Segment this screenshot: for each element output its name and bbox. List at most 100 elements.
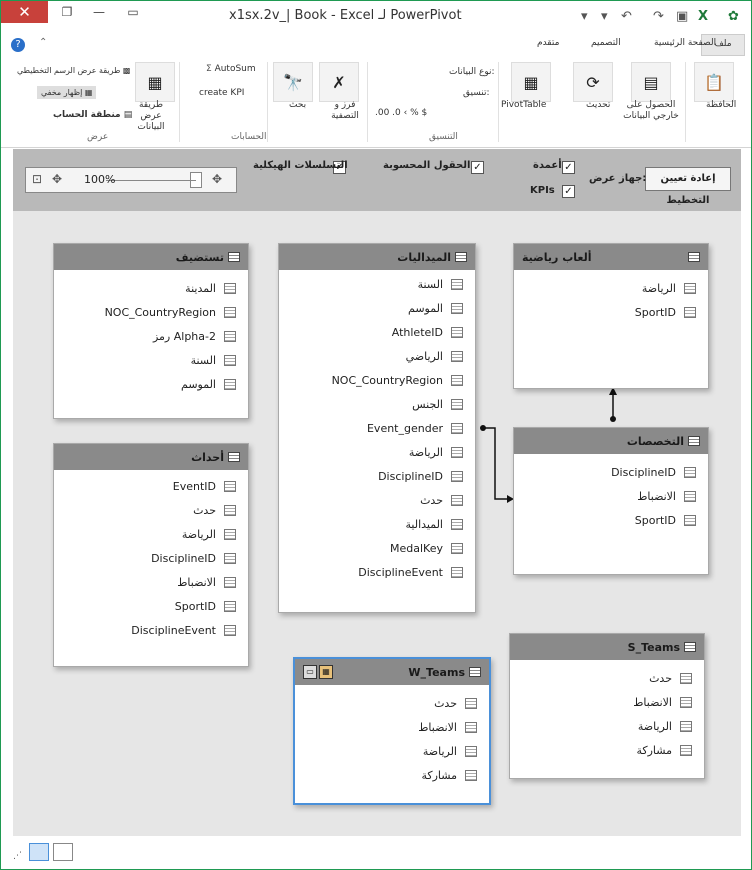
refresh-label[interactable]: تحديث	[586, 100, 610, 110]
redo-icon[interactable]: ↷	[653, 9, 664, 24]
help-icon[interactable]: ?	[11, 38, 25, 52]
clear-filter-icon[interactable]: ✗	[319, 62, 359, 102]
table-field[interactable]: الانضباط	[54, 570, 248, 594]
table-field[interactable]: SportID	[54, 594, 248, 618]
table-field[interactable]: EventID	[54, 474, 248, 498]
number-format-icons[interactable]: .00 .0 ‹ % $	[375, 108, 427, 118]
data-view-label[interactable]: طريقة عرض البيانات	[127, 100, 175, 133]
ribbon-options-icon[interactable]: ▭	[119, 1, 147, 23]
table-field[interactable]: DisciplineEvent	[54, 618, 248, 642]
table-field[interactable]: الانضباط	[514, 484, 708, 508]
table-field[interactable]: السنة	[279, 272, 475, 296]
table-field[interactable]: الانضباط	[295, 715, 489, 739]
table-hosting[interactable]: تستضيف المدينة NOC_CountryRegion رمز Alp…	[53, 243, 249, 419]
table-header[interactable]: ألعاب رياضية	[514, 244, 708, 270]
tab-home[interactable]: الصفحة الرئيسية	[654, 38, 716, 48]
minimize-icon[interactable]: —	[85, 1, 113, 23]
table-field[interactable]: DisciplineID	[514, 460, 708, 484]
kpis-checkbox[interactable]: ✓	[562, 185, 575, 198]
table-field[interactable]: حدث	[54, 498, 248, 522]
restore-icon[interactable]: ❐	[53, 1, 81, 23]
zoom-fit-icon[interactable]: ⊡	[32, 172, 42, 186]
open-table-icon[interactable]: ▦	[319, 665, 333, 679]
data-view-icon[interactable]: ▦	[135, 62, 175, 102]
table-field[interactable]: الرياضة	[510, 714, 704, 738]
pivottable-icon[interactable]: ▦	[511, 62, 551, 102]
fit-to-window-icon[interactable]: ✥	[212, 172, 222, 186]
table-header[interactable]: S_Teams	[510, 634, 704, 660]
table-field[interactable]: DisciplineID	[54, 546, 248, 570]
find-icon[interactable]: 🔭	[273, 62, 313, 102]
table-field[interactable]: الرياضة	[514, 276, 708, 300]
table-field[interactable]: المدينة	[54, 276, 248, 300]
table-field[interactable]: AthleteID	[279, 320, 475, 344]
calculated-fields-checkbox[interactable]: ✓	[471, 161, 484, 174]
table-header[interactable]: التخصصات	[514, 428, 708, 454]
table-header[interactable]: ▭ ▦ W_Teams	[295, 659, 489, 685]
original-size-icon[interactable]: ✥	[52, 172, 62, 186]
table-field[interactable]: الرياضي	[279, 344, 475, 368]
table-field[interactable]: DisciplineID	[279, 464, 475, 488]
collapse-ribbon-icon[interactable]: ⌃	[39, 37, 47, 48]
table-field[interactable]: DisciplineEvent	[279, 560, 475, 584]
calc-area-button[interactable]: منطقة الحساب ▤	[53, 110, 132, 120]
table-field[interactable]: رمز Alpha-2	[54, 324, 248, 348]
table-field[interactable]: مشاركة	[510, 738, 704, 762]
diagram-view-button[interactable]: طريقة عرض الرسم التخطيطي ▩	[17, 66, 131, 75]
zoom-control[interactable]: ✥ 100% ✥ ⊡	[25, 167, 237, 193]
table-field[interactable]: NOC_CountryRegion	[54, 300, 248, 324]
tab-design[interactable]: التصميم	[591, 38, 621, 48]
pivottable-label[interactable]: PivotTable	[501, 100, 546, 110]
maximize-table-icon[interactable]: ▭	[303, 665, 317, 679]
close-icon[interactable]: ✕	[1, 1, 48, 23]
table-header[interactable]: الميداليات	[279, 244, 475, 270]
table-field[interactable]: الجنس	[279, 392, 475, 416]
table-field[interactable]: الموسم	[54, 372, 248, 396]
table-field[interactable]: SportID	[514, 300, 708, 324]
table-field[interactable]: الموسم	[279, 296, 475, 320]
resize-grip-icon[interactable]: ⋰	[13, 851, 22, 861]
refresh-icon[interactable]: ⟳	[573, 62, 613, 102]
dropdown-icon[interactable]: ▾	[601, 9, 608, 24]
zoom-slider-track[interactable]	[106, 180, 196, 181]
sort-filter-label[interactable]: فرز و التصفية	[326, 100, 364, 122]
find-label[interactable]: بحث	[289, 100, 306, 110]
table-field[interactable]: حدث	[295, 691, 489, 715]
reset-layout-button[interactable]: إعادة تعيين التخطيط	[645, 167, 731, 206]
save-icon[interactable]: ▣	[676, 9, 688, 24]
table-sports[interactable]: ألعاب رياضية الرياضة SportID	[513, 243, 709, 389]
table-field[interactable]: الانضباط	[510, 690, 704, 714]
table-header[interactable]: أحداث	[54, 444, 248, 470]
table-field[interactable]: الرياضة	[279, 440, 475, 464]
table-field[interactable]: السنة	[54, 348, 248, 372]
autosum-button[interactable]: Σ AutoSum	[206, 64, 256, 74]
tab-advanced[interactable]: متقدم	[537, 38, 559, 48]
table-s-teams[interactable]: S_Teams حدث الانضباط الرياضة مشاركة	[509, 633, 705, 779]
table-field[interactable]: Event_gender	[279, 416, 475, 440]
table-field[interactable]: SportID	[514, 508, 708, 532]
table-field[interactable]: مشاركة	[295, 763, 489, 787]
table-header[interactable]: تستضيف	[54, 244, 248, 270]
diagram-canvas[interactable]: تستضيف المدينة NOC_CountryRegion رمز Alp…	[13, 211, 741, 836]
clipboard-label[interactable]: الحافظة	[706, 100, 736, 110]
table-field[interactable]: الرياضة	[295, 739, 489, 763]
get-external-data-label[interactable]: الحصول على خارجي البيانات	[617, 100, 685, 122]
table-field[interactable]: حدث	[510, 666, 704, 690]
table-w-teams[interactable]: ▭ ▦ W_Teams حدث الانضباط الرياضة مشاركة	[293, 657, 491, 805]
table-field[interactable]: حدث	[279, 488, 475, 512]
table-field[interactable]: MedalKey	[279, 536, 475, 560]
columns-checkbox[interactable]: ✓	[562, 161, 575, 174]
table-field[interactable]: الميدالية	[279, 512, 475, 536]
table-field[interactable]: NOC_CountryRegion	[279, 368, 475, 392]
excel-icon[interactable]: X	[698, 9, 708, 24]
create-kpi-button[interactable]: create KPI	[199, 88, 244, 98]
undo-icon[interactable]: ↶	[621, 9, 632, 24]
get-external-data-icon[interactable]: ▤	[631, 62, 671, 102]
customize-toolbar-icon[interactable]: ▾	[581, 9, 588, 24]
diagram-view-toggle-icon[interactable]	[29, 843, 49, 861]
table-events[interactable]: أحداث EventID حدث الرياضة DisciplineID ا…	[53, 443, 249, 667]
show-hidden-button[interactable]: إظهار مخفي ▦	[37, 86, 97, 99]
table-field[interactable]: الرياضة	[54, 522, 248, 546]
table-medals[interactable]: الميداليات السنة الموسم AthleteID الرياض…	[278, 243, 476, 613]
grid-view-toggle-icon[interactable]	[53, 843, 73, 861]
